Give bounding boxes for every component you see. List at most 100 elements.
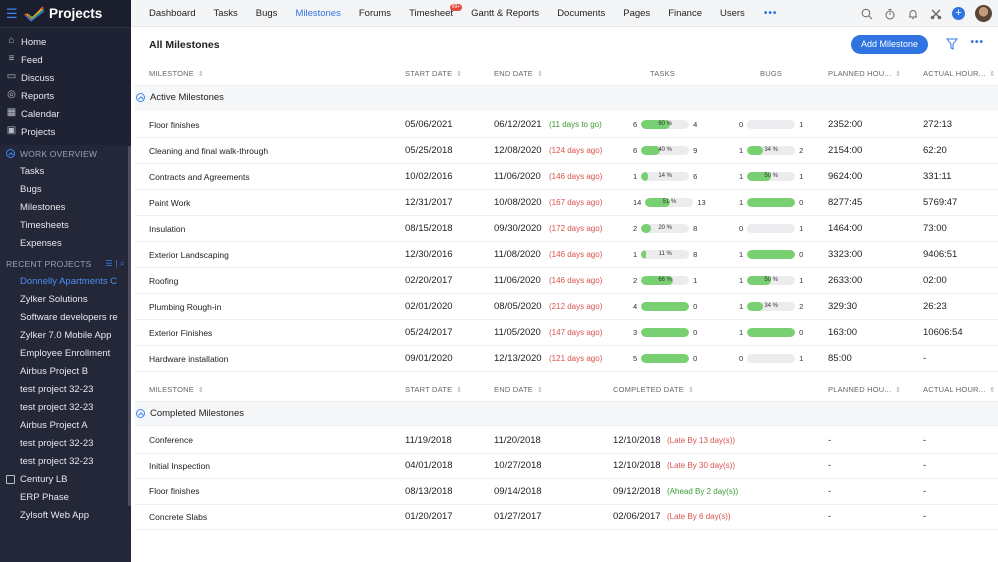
tab-bugs[interactable]: Bugs: [247, 0, 287, 27]
tab-documents[interactable]: Documents: [548, 0, 614, 27]
milestone-row[interactable]: Floor finishes 05/06/2021 06/12/2021 (11 da…: [135, 112, 998, 138]
milestone-group-header[interactable]: Active Milestones: [135, 86, 998, 110]
milestone-name[interactable]: Insulation: [149, 224, 185, 234]
sort-icon[interactable]: ⇕: [537, 71, 543, 78]
recent-project-item[interactable]: ERP Phase: [0, 488, 118, 506]
recent-project-item[interactable]: Zylker 7.0 Mobile App: [0, 326, 118, 344]
tab-finance[interactable]: Finance: [659, 0, 711, 27]
milestone-row[interactable]: Cleaning and final walk-through 05/25/201…: [135, 138, 998, 164]
sidebar-item-discuss[interactable]: ▭ Discuss: [0, 69, 131, 87]
sort-icon[interactable]: ⇕: [537, 387, 543, 394]
tab-gantt-reports[interactable]: Gantt & Reports: [462, 0, 548, 27]
sidebar-item-reports[interactable]: ◎ Reports: [0, 87, 131, 105]
work-overview-header[interactable]: WORK OVERVIEW: [0, 145, 131, 162]
sort-icon[interactable]: ⇕: [895, 387, 901, 394]
quick-add-button[interactable]: +: [952, 7, 965, 20]
user-avatar[interactable]: [975, 5, 992, 22]
column-header-actual[interactable]: ACTUAL HOUR... ⇕: [923, 69, 996, 78]
milestone-name[interactable]: Exterior Finishes: [149, 328, 212, 338]
tab-users[interactable]: Users: [711, 0, 754, 27]
milestone-name[interactable]: Cleaning and final walk-through: [149, 146, 268, 156]
sort-icon[interactable]: ⇕: [198, 71, 204, 78]
milestone-name[interactable]: Paint Work: [149, 198, 190, 208]
milestone-name[interactable]: Roofing: [149, 276, 178, 286]
milestone-row[interactable]: Contracts and Agreements 10/02/2016 11/06/…: [135, 164, 998, 190]
column-header-milestone[interactable]: MILESTONE ⇕: [149, 385, 204, 394]
sidebar-item-expenses[interactable]: Expenses: [0, 234, 118, 252]
tools-icon[interactable]: [929, 7, 942, 20]
sort-icon[interactable]: ⇕: [895, 71, 901, 78]
column-header-start[interactable]: START DATE ⇕: [405, 69, 462, 78]
milestone-row[interactable]: Hardware installation 09/01/2020 12/13/202…: [135, 346, 998, 372]
milestone-row[interactable]: Exterior Landscaping 12/30/2016 11/08/2020…: [135, 242, 998, 268]
recent-project-item[interactable]: test project 32-23: [0, 380, 118, 398]
milestone-row[interactable]: Paint Work 12/31/2017 10/08/2020 (167 days …: [135, 190, 998, 216]
search-projects-icon[interactable]: ⌕: [120, 259, 125, 268]
sidebar-item-tasks[interactable]: Tasks: [0, 162, 118, 180]
recent-project-item[interactable]: Software developers re: [0, 308, 118, 326]
sidebar-item-home[interactable]: ⌂ Home: [0, 33, 131, 51]
more-tabs-button[interactable]: •••: [754, 8, 788, 19]
milestone-name[interactable]: Concrete Slabs: [149, 512, 207, 522]
recent-project-item[interactable]: Employee Enrollment: [0, 344, 118, 362]
sidebar-item-feed[interactable]: ≡ Feed: [0, 51, 131, 69]
completed-milestone-row[interactable]: Concrete Slabs 01/20/2017 01/27/2017 02/06/…: [135, 505, 998, 530]
milestone-name[interactable]: Floor finishes: [149, 486, 200, 496]
notification-bell-icon[interactable]: [906, 7, 919, 20]
recent-project-item[interactable]: Donnelly Apartments C: [0, 272, 118, 290]
sidebar-item-calendar[interactable]: ▦ Calendar: [0, 105, 131, 123]
tab-forums[interactable]: Forums: [350, 0, 400, 27]
column-header-planned[interactable]: PLANNED HOU... ⇕: [828, 385, 901, 394]
recent-project-item[interactable]: Zylsoft Web App: [0, 506, 118, 524]
milestone-row[interactable]: Insulation 08/15/2018 09/30/2020 (172 days …: [135, 216, 998, 242]
sidebar-item-timesheets[interactable]: Timesheets: [0, 216, 118, 234]
completed-milestone-row[interactable]: Floor finishes 08/13/2018 09/14/2018 09/12/…: [135, 479, 998, 505]
milestone-name[interactable]: Plumbing Rough-in: [149, 302, 221, 312]
column-header-planned[interactable]: PLANNED HOU... ⇕: [828, 69, 901, 78]
sort-icon[interactable]: ⇕: [990, 387, 996, 394]
completed-milestone-row[interactable]: Conference 11/19/2018 11/20/2018 12/10/2018…: [135, 428, 998, 454]
column-header-end[interactable]: END DATE ⇕: [494, 385, 543, 394]
collapse-group-icon[interactable]: [136, 93, 145, 102]
recent-project-item[interactable]: Airbus Project A: [0, 416, 118, 434]
recent-project-item[interactable]: test project 32-23: [0, 398, 118, 416]
tab-milestones[interactable]: Milestones: [286, 0, 349, 27]
filter-icon[interactable]: [946, 38, 958, 50]
timer-icon[interactable]: [883, 7, 896, 20]
milestone-name[interactable]: Exterior Landscaping: [149, 250, 229, 260]
sidebar-scrollbar[interactable]: [128, 146, 131, 506]
milestone-name[interactable]: Contracts and Agreements: [149, 172, 250, 182]
sidebar-item-projects[interactable]: ▣ Projects: [0, 123, 131, 141]
completed-milestone-row[interactable]: Initial Inspection 04/01/2018 10/27/2018 12…: [135, 454, 998, 479]
tab-dashboard[interactable]: Dashboard: [131, 0, 204, 27]
milestone-row[interactable]: Roofing 02/20/2017 11/06/2020 (146 days ago…: [135, 268, 998, 294]
tab-timesheet[interactable]: Timesheet 99+: [400, 0, 463, 27]
column-header-actual[interactable]: ACTUAL HOUR... ⇕: [923, 385, 996, 394]
collapse-group-icon[interactable]: [136, 409, 145, 418]
milestone-name[interactable]: Conference: [149, 435, 193, 445]
milestone-name[interactable]: Floor finishes: [149, 120, 200, 130]
tab-tasks[interactable]: Tasks: [204, 0, 246, 27]
tab-pages[interactable]: Pages: [614, 0, 659, 27]
milestone-row[interactable]: Plumbing Rough-in 02/01/2020 08/05/2020 (21…: [135, 294, 998, 320]
column-header-bugs[interactable]: BUGS: [760, 69, 782, 78]
sidebar-item-bugs[interactable]: Bugs: [0, 180, 118, 198]
filter-list-icon[interactable]: ☰: [106, 259, 113, 268]
hamburger-menu-icon[interactable]: ☰: [6, 6, 20, 22]
recent-project-item[interactable]: test project 32-23: [0, 434, 118, 452]
milestone-name[interactable]: Hardware installation: [149, 354, 228, 364]
add-milestone-button[interactable]: Add Milestone: [850, 35, 928, 54]
column-header-completed[interactable]: COMPLETED DATE ⇕: [613, 385, 694, 394]
search-icon[interactable]: [860, 7, 873, 20]
sort-icon[interactable]: ⇕: [456, 387, 462, 394]
sort-icon[interactable]: ⇕: [990, 71, 996, 78]
column-header-end[interactable]: END DATE ⇕: [494, 69, 543, 78]
recent-project-item[interactable]: Zylker Solutions: [0, 290, 118, 308]
column-header-start[interactable]: START DATE ⇕: [405, 385, 462, 394]
column-header-tasks[interactable]: TASKS: [650, 69, 675, 78]
sort-icon[interactable]: ⇕: [688, 387, 694, 394]
milestone-group-header[interactable]: Completed Milestones: [135, 402, 998, 426]
milestone-row[interactable]: Exterior Finishes 05/24/2017 11/05/2020 (14…: [135, 320, 998, 346]
collapse-icon[interactable]: [6, 149, 15, 158]
recent-project-item[interactable]: Airbus Project B: [0, 362, 118, 380]
